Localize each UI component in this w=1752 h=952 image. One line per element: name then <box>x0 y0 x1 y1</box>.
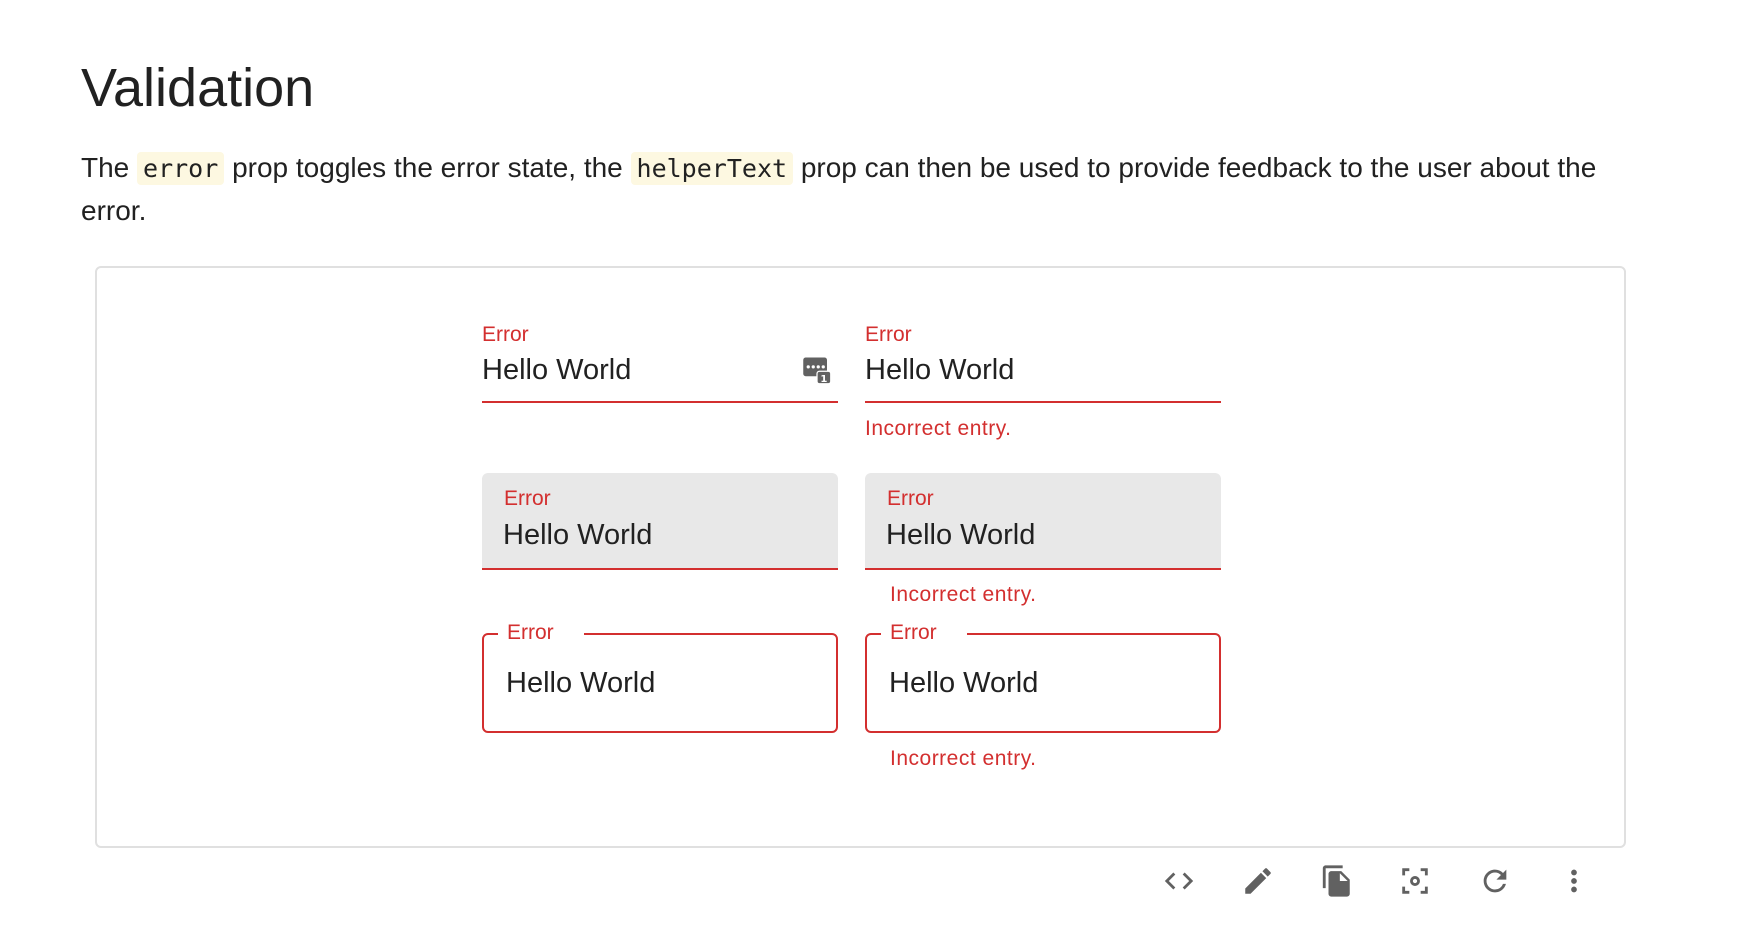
field-input[interactable]: Hello World <box>889 666 1038 700</box>
field-underline <box>865 568 1221 570</box>
code-icon[interactable] <box>1153 855 1205 907</box>
code-error-prop: error <box>137 152 225 185</box>
field-underline <box>482 401 838 403</box>
code-helpertext-prop: helperText <box>630 152 794 185</box>
outlined-error-field[interactable]: Error Hello World <box>482 621 838 733</box>
page-description: The error prop toggles the error state, … <box>81 147 1641 232</box>
field-underline <box>482 568 838 570</box>
helper-text: Incorrect entry. <box>890 583 1037 606</box>
standard-error-helper-field[interactable]: Error Hello World Incorrect entry. <box>865 323 1221 440</box>
description-text: The <box>81 152 138 183</box>
field-input[interactable]: Hello World <box>506 666 655 700</box>
standard-error-field[interactable]: Error Hello World 1 <box>482 323 838 403</box>
demo-container: Error Hello World 1 Error Hello World In… <box>95 266 1626 848</box>
password-manager-icon[interactable]: 1 <box>802 355 832 385</box>
field-input[interactable]: Hello World <box>865 353 1014 387</box>
field-label: Error <box>887 487 934 510</box>
field-label: Error <box>504 487 551 510</box>
helper-text: Incorrect entry. <box>865 417 1012 440</box>
field-input[interactable]: Hello World <box>886 518 1035 552</box>
field-label: Error <box>865 323 912 346</box>
screenshot-icon[interactable] <box>1389 855 1441 907</box>
helper-text: Incorrect entry. <box>890 747 1037 770</box>
field-input[interactable]: Hello World <box>503 518 652 552</box>
more-vert-icon[interactable] <box>1548 855 1600 907</box>
svg-text:1: 1 <box>820 374 827 385</box>
field-input[interactable]: Hello World <box>482 353 631 387</box>
field-underline <box>865 401 1221 403</box>
reset-icon[interactable] <box>1469 855 1521 907</box>
filled-error-helper-field[interactable]: Error Hello World Incorrect entry. <box>865 473 1221 606</box>
field-label: Error <box>507 621 554 644</box>
copy-icon[interactable] <box>1311 855 1363 907</box>
field-label: Error <box>890 621 937 644</box>
edit-icon[interactable] <box>1232 855 1284 907</box>
filled-error-field[interactable]: Error Hello World <box>482 473 838 573</box>
outlined-error-helper-field[interactable]: Error Hello World Incorrect entry. <box>865 621 1221 770</box>
description-text: prop toggles the error state, the <box>224 152 631 183</box>
field-label: Error <box>482 323 529 346</box>
page-title: Validation <box>81 58 315 118</box>
